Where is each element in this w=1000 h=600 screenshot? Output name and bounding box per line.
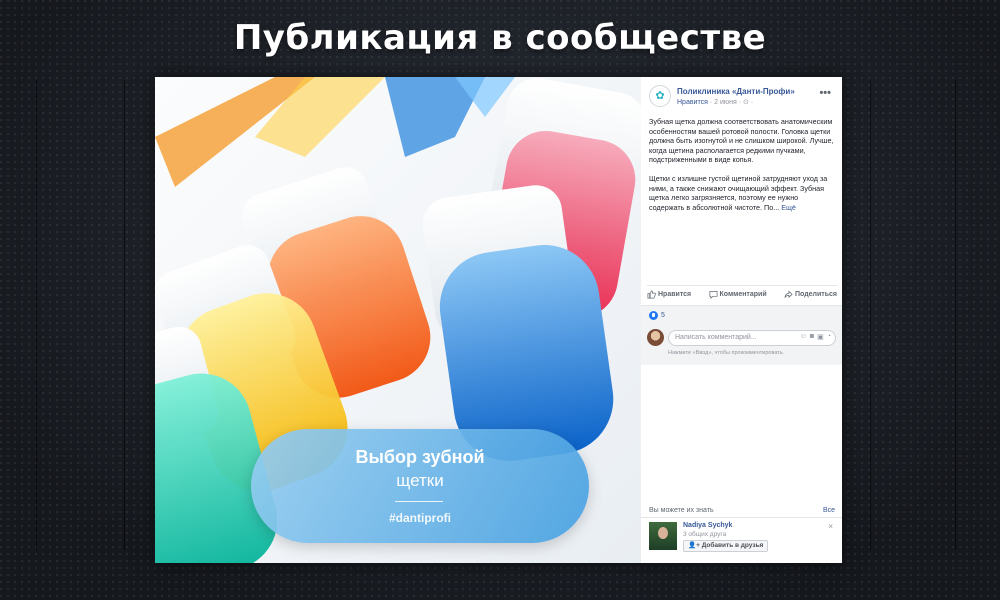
post-paragraph-2: Щетки с излишне густой щетиной затрудняю…: [649, 173, 828, 212]
post-lightbox: Выбор зубной щетки #dantiprofi ✿ Поликли…: [155, 77, 842, 563]
like-label: Нравится: [658, 291, 692, 298]
post-date[interactable]: 2 июня: [714, 99, 737, 106]
post-paragraph: Зубная щетка должна соответствовать анат…: [649, 117, 834, 165]
friend-suggestion: Nadiya Sychyk 3 общих друга 👤+ Добавить …: [649, 522, 835, 556]
people-you-may-know-header: Вы можете их знать Все: [649, 507, 835, 514]
add-friend-icon: 👤+: [688, 542, 702, 549]
comment-input[interactable]: Написать комментарий... ☺ ◙ ▣ ◔: [668, 330, 836, 346]
banner-hashtag: #dantiprofi: [389, 511, 451, 525]
reaction-count: 5: [661, 312, 665, 319]
like-reaction-icon: [649, 311, 658, 320]
page-name-link[interactable]: Поликлиника «Данти-Профи»: [677, 87, 795, 96]
emoji-icon[interactable]: ☺: [800, 333, 807, 341]
page-title: Публикация в сообществе: [233, 18, 767, 58]
comment-icon: [709, 290, 717, 299]
add-friend-button[interactable]: 👤+ Добавить в друзья: [683, 540, 769, 552]
page-logo-icon[interactable]: ✿: [649, 85, 671, 107]
mutual-friends[interactable]: 3 общих друга: [683, 531, 726, 538]
background-divider: [870, 80, 871, 550]
thumbs-up-icon: [647, 290, 656, 299]
comment-composer: Написать комментарий... ☺ ◙ ▣ ◔: [647, 329, 837, 347]
share-button[interactable]: Поделиться: [784, 288, 837, 301]
post-body: Зубная щетка должна соответствовать анат…: [649, 117, 835, 221]
comment-placeholder: Написать комментарий...: [675, 334, 757, 341]
globe-icon: ⊙: [743, 99, 749, 106]
friend-name-link[interactable]: Nadiya Sychyk: [683, 522, 732, 529]
avatar: [647, 329, 664, 346]
comment-label: Комментарий: [719, 291, 767, 298]
image-banner: Выбор зубной щетки #dantiprofi: [251, 429, 589, 543]
camera-icon[interactable]: ◙: [810, 333, 814, 341]
pymk-title: Вы можете их знать: [649, 507, 714, 514]
add-friend-label: Добавить в друзья: [701, 542, 764, 549]
banner-divider: [395, 501, 443, 502]
post-sidebar: ✿ Поликлиника «Данти-Профи» Нравится · 2…: [641, 77, 842, 563]
background-divider: [955, 80, 956, 550]
banner-subtitle: щетки: [396, 471, 444, 490]
background-divider: [124, 80, 125, 550]
gif-icon[interactable]: ▣: [817, 333, 824, 341]
share-icon: [784, 290, 793, 299]
divider: [641, 517, 842, 518]
post-header: ✿ Поликлиника «Данти-Профи» Нравится · 2…: [649, 85, 835, 109]
post-actions: Нравится Комментарий Поделиться: [647, 285, 837, 301]
comment-hint: Нажмите «Ввод», чтобы прокомментировать.: [668, 350, 785, 356]
see-more-link[interactable]: Ещё: [781, 203, 796, 212]
pymk-see-all-link[interactable]: Все: [823, 507, 835, 514]
banner-title: Выбор зубной: [355, 447, 485, 467]
comment-button[interactable]: Комментарий: [709, 288, 767, 301]
sticker-icon[interactable]: ◔: [827, 333, 831, 341]
post-photo[interactable]: Выбор зубной щетки #dantiprofi: [155, 77, 641, 563]
avatar[interactable]: [649, 522, 677, 550]
post-meta: Нравится · 2 июня · ⊙ ·: [677, 99, 754, 106]
page-like-link[interactable]: Нравится: [677, 99, 708, 106]
more-dots-icon[interactable]: •••: [819, 87, 831, 99]
background-divider: [36, 80, 37, 550]
comment-tools: ☺ ◙ ▣ ◔: [800, 333, 831, 341]
share-label: Поделиться: [794, 291, 837, 298]
like-button[interactable]: Нравится: [647, 288, 691, 301]
close-icon[interactable]: ×: [828, 522, 833, 531]
reactions-summary[interactable]: 5: [649, 311, 665, 320]
